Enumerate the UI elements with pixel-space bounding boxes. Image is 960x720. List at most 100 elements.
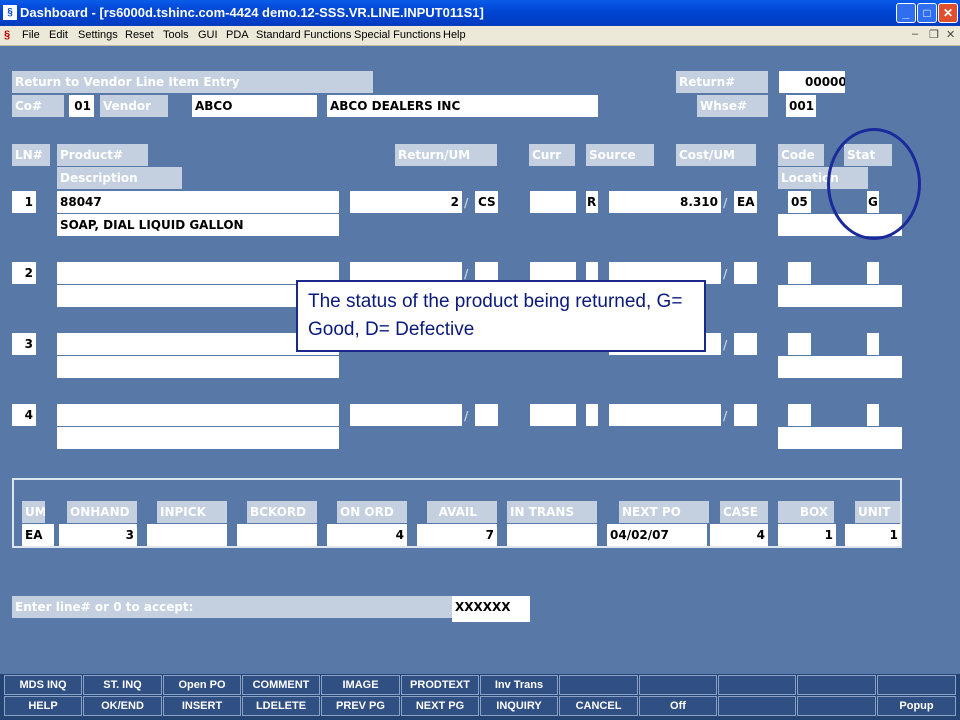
co-number-field[interactable]: 01 — [69, 95, 94, 117]
maximize-button[interactable]: □ — [917, 3, 937, 23]
curr-field[interactable] — [530, 191, 576, 213]
fkey-popup[interactable]: Popup — [877, 696, 956, 716]
location-field[interactable] — [778, 285, 902, 307]
fkey-blank-4[interactable] — [797, 675, 876, 695]
inv-value-bckord — [237, 524, 317, 546]
cost-um-separator: / — [723, 267, 728, 281]
inv-value-case: 4 — [710, 524, 768, 546]
qty-um-separator: / — [464, 196, 469, 210]
app-menu-icon[interactable]: § — [4, 29, 10, 41]
menu-special-functions[interactable]: Special Functions — [354, 29, 441, 41]
return-qty-field[interactable] — [350, 404, 462, 426]
return-qty-field[interactable]: 2 — [350, 191, 462, 213]
menu-pda[interactable]: PDA — [226, 29, 249, 41]
stat-field[interactable] — [867, 404, 879, 426]
minimize-button[interactable]: _ — [896, 3, 916, 23]
fkey-prodtext[interactable]: PRODTEXT — [401, 675, 479, 695]
code-field[interactable]: 05 — [788, 191, 811, 213]
curr-field[interactable] — [530, 404, 576, 426]
cost-um-field[interactable] — [734, 404, 757, 426]
cost-field[interactable] — [609, 404, 721, 426]
fkey-blank-2[interactable] — [639, 675, 717, 695]
vendor-code-field[interactable]: ABCO — [192, 95, 317, 117]
mdi-restore-icon[interactable]: ❐ — [929, 28, 939, 41]
fkey-ok-end[interactable]: OK/END — [83, 696, 162, 716]
menu-gui[interactable]: GUI — [198, 29, 218, 41]
fkey-help[interactable]: HELP — [4, 696, 82, 716]
line-number[interactable]: 3 — [12, 333, 36, 355]
stat-field[interactable] — [867, 262, 879, 284]
cost-um-separator: / — [723, 338, 728, 352]
location-field[interactable] — [778, 356, 902, 378]
menu-settings[interactable]: Settings — [78, 29, 118, 41]
inv-value-avail: 7 — [417, 524, 497, 546]
menu-reset[interactable]: Reset — [125, 29, 154, 41]
source-column-header: Source — [586, 144, 654, 166]
fkey-insert[interactable]: INSERT — [163, 696, 241, 716]
source-field[interactable]: R — [586, 191, 598, 213]
inv-header-case: CASE — [720, 501, 768, 523]
line-number[interactable]: 2 — [12, 262, 36, 284]
code-field[interactable] — [788, 333, 811, 355]
fkey-off[interactable]: Off — [639, 696, 717, 716]
menu-file[interactable]: File — [22, 29, 40, 41]
code-field[interactable] — [788, 404, 811, 426]
menu-standard-functions[interactable]: Standard Functions — [256, 29, 351, 41]
cost-um-separator: / — [723, 196, 728, 210]
fkey-blank-3[interactable] — [718, 675, 796, 695]
source-field[interactable] — [586, 404, 598, 426]
window-title: Dashboard - [rs6000d.tshinc.com-4424 dem… — [20, 5, 484, 20]
inv-header-unit: UNIT — [855, 501, 900, 523]
cost-um-field[interactable] — [734, 262, 757, 284]
cost-field[interactable]: 8.310 — [609, 191, 721, 213]
fkey-comment[interactable]: COMMENT — [242, 675, 320, 695]
location-field[interactable] — [778, 427, 902, 449]
fkey-next-pg[interactable]: NEXT PG — [401, 696, 479, 716]
inv-header-next-po: NEXT PO — [619, 501, 709, 523]
fkey-mds-inq[interactable]: MDS INQ — [4, 675, 82, 695]
fkey-prev-pg[interactable]: PREV PG — [321, 696, 400, 716]
fkey-ldelete[interactable]: LDELETE — [242, 696, 320, 716]
fkey-inquiry[interactable]: INQUIRY — [480, 696, 558, 716]
fkey-blank-1[interactable] — [559, 675, 638, 695]
line-number[interactable]: 4 — [12, 404, 36, 426]
mdi-close-icon[interactable]: ✕ — [946, 28, 955, 41]
menu-edit[interactable]: Edit — [49, 29, 68, 41]
inv-header-in-trans: IN TRANS — [507, 501, 597, 523]
whse-label: Whse# — [697, 95, 768, 117]
app-icon: § — [3, 5, 17, 20]
close-button[interactable]: ✕ — [938, 3, 958, 23]
stat-field[interactable] — [867, 333, 879, 355]
status-callout: The status of the product being returned… — [296, 280, 706, 352]
fkey-image[interactable]: IMAGE — [321, 675, 400, 695]
cost-um-field[interactable]: EA — [734, 191, 757, 213]
fkey-open-po[interactable]: Open PO — [163, 675, 241, 695]
prompt-input[interactable]: XXXXXX — [452, 596, 530, 622]
code-field[interactable] — [788, 262, 811, 284]
cost-um-separator: / — [723, 409, 728, 423]
return-um-field[interactable] — [475, 404, 498, 426]
cost-um-field[interactable] — [734, 333, 757, 355]
product-column-header: Product# — [57, 144, 148, 166]
menu-tools[interactable]: Tools — [163, 29, 189, 41]
line-number[interactable]: 1 — [12, 191, 36, 213]
fkey-blank-7[interactable] — [797, 696, 876, 716]
curr-column-header: Curr — [529, 144, 575, 166]
return-um-field[interactable]: CS — [475, 191, 498, 213]
qty-um-separator: / — [464, 267, 469, 281]
fkey-cancel[interactable]: CANCEL — [559, 696, 638, 716]
product-field[interactable] — [57, 404, 339, 426]
inv-value-onhand: 3 — [59, 524, 137, 546]
description-field — [57, 427, 339, 449]
fkey-blank-5[interactable] — [877, 675, 956, 695]
fkey-blank-6[interactable] — [718, 696, 796, 716]
warehouse-field[interactable]: 001 — [786, 95, 816, 117]
mdi-minimize-icon[interactable]: – — [912, 28, 918, 40]
fkey-st-inq[interactable]: ST. INQ — [83, 675, 162, 695]
return-number-field[interactable]: 000009 — [779, 71, 845, 93]
return-um-column-header: Return/UM — [395, 144, 497, 166]
product-field[interactable]: 88047 — [57, 191, 339, 213]
cost-um-column-header: Cost/UM — [676, 144, 756, 166]
menu-help[interactable]: Help — [443, 29, 466, 41]
fkey-inv-trans[interactable]: Inv Trans — [480, 675, 558, 695]
